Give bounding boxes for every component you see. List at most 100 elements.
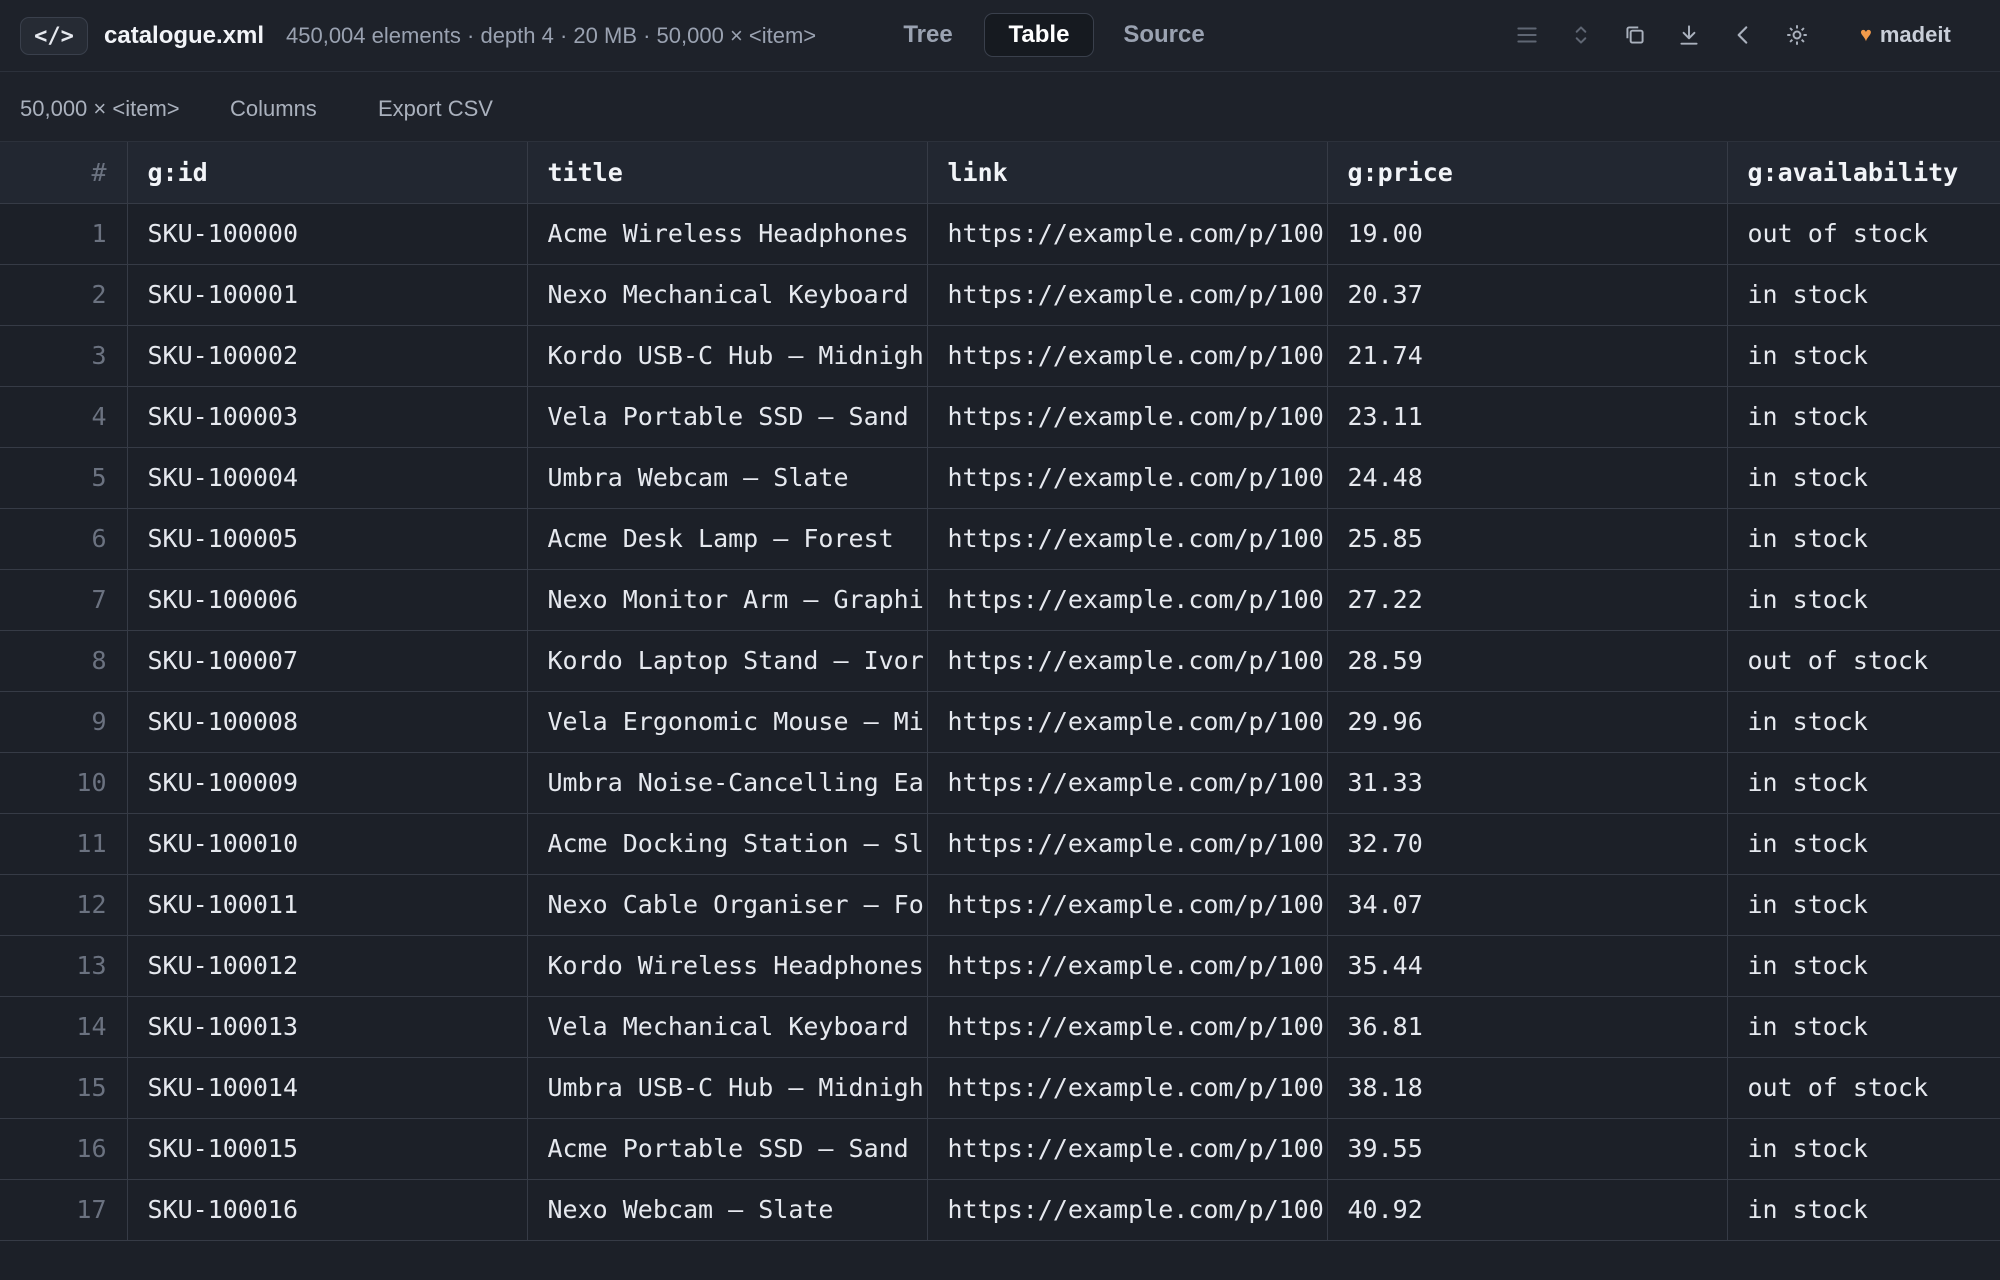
cell-g-availability[interactable]: in stock	[1727, 325, 2000, 387]
cell-title[interactable]: Umbra USB-C Hub — Midnigh	[527, 1057, 928, 1119]
cell-title[interactable]: Vela Ergonomic Mouse — Mi	[527, 691, 928, 753]
table-row[interactable]: 11 SKU-100010 Acme Docking Station — Sl htt…	[0, 813, 2000, 875]
cell-g-availability[interactable]: in stock	[1727, 935, 2000, 997]
column-header-title[interactable]: title	[527, 142, 928, 204]
expand-collapse-icon[interactable]	[1566, 20, 1596, 50]
column-header-g-availability[interactable]: g:availability	[1727, 142, 2000, 204]
cell-g-id[interactable]: SKU-100001	[127, 264, 528, 326]
column-header-g-price[interactable]: g:price	[1327, 142, 1728, 204]
cell-title[interactable]: Vela Portable SSD — Sand	[527, 386, 928, 448]
cell-g-price[interactable]: 24.48	[1327, 447, 1728, 509]
cell-link[interactable]: https://example.com/p/100	[927, 996, 1328, 1058]
table-row[interactable]: 8 SKU-100007 Kordo Laptop Stand — Ivor http…	[0, 630, 2000, 692]
cell-title[interactable]: Umbra Noise-Cancelling Ea	[527, 752, 928, 814]
table-row[interactable]: 7 SKU-100006 Nexo Monitor Arm — Graphi http…	[0, 569, 2000, 631]
cell-g-id[interactable]: SKU-100005	[127, 508, 528, 570]
download-icon[interactable]	[1674, 20, 1704, 50]
row-index[interactable]: 5	[0, 447, 128, 509]
table-row[interactable]: 16 SKU-100015 Acme Portable SSD — Sand http…	[0, 1118, 2000, 1180]
menu-icon[interactable]	[1512, 20, 1542, 50]
cell-g-availability[interactable]: in stock	[1727, 569, 2000, 631]
cell-title[interactable]: Umbra Webcam — Slate	[527, 447, 928, 509]
cell-g-availability[interactable]: in stock	[1727, 752, 2000, 814]
cell-link[interactable]: https://example.com/p/100	[927, 386, 1328, 448]
table-row[interactable]: 9 SKU-100008 Vela Ergonomic Mouse — Mi http…	[0, 691, 2000, 753]
cell-g-price[interactable]: 32.70	[1327, 813, 1728, 875]
column-header-g-id[interactable]: g:id	[127, 142, 528, 204]
export-csv-button[interactable]: Export CSV	[378, 96, 493, 122]
cell-title[interactable]: Kordo Wireless Headphones	[527, 935, 928, 997]
cell-g-availability[interactable]: out of stock	[1727, 630, 2000, 692]
table-row[interactable]: 17 SKU-100016 Nexo Webcam — Slate https://e…	[0, 1179, 2000, 1241]
cell-link[interactable]: https://example.com/p/100	[927, 447, 1328, 509]
cell-title[interactable]: Nexo Cable Organiser — Fo	[527, 874, 928, 936]
cell-g-price[interactable]: 36.81	[1327, 996, 1728, 1058]
cell-title[interactable]: Acme Wireless Headphones -	[527, 203, 928, 265]
cell-link[interactable]: https://example.com/p/100	[927, 325, 1328, 387]
row-index[interactable]: 16	[0, 1118, 128, 1180]
table-row[interactable]: 3 SKU-100002 Kordo USB-C Hub — Midnigh http…	[0, 325, 2000, 387]
cell-title[interactable]: Vela Mechanical Keyboard -	[527, 996, 928, 1058]
cell-g-price[interactable]: 25.85	[1327, 508, 1728, 570]
cell-g-availability[interactable]: out of stock	[1727, 1057, 2000, 1119]
cell-link[interactable]: https://example.com/p/100	[927, 1118, 1328, 1180]
cell-g-id[interactable]: SKU-100011	[127, 874, 528, 936]
cell-g-availability[interactable]: in stock	[1727, 386, 2000, 448]
table-row[interactable]: 2 SKU-100001 Nexo Mechanical Keyboard - ht…	[0, 264, 2000, 326]
row-index[interactable]: 11	[0, 813, 128, 875]
cell-link[interactable]: https://example.com/p/100	[927, 264, 1328, 326]
cell-g-price[interactable]: 23.11	[1327, 386, 1728, 448]
cell-g-availability[interactable]: in stock	[1727, 691, 2000, 753]
cell-g-id[interactable]: SKU-100006	[127, 569, 528, 631]
cell-g-availability[interactable]: in stock	[1727, 508, 2000, 570]
row-index[interactable]: 9	[0, 691, 128, 753]
columns-button[interactable]: Columns	[230, 96, 317, 122]
cell-g-availability[interactable]: in stock	[1727, 1118, 2000, 1180]
cell-title[interactable]: Acme Portable SSD — Sand	[527, 1118, 928, 1180]
column-header-index[interactable]: #	[0, 142, 128, 204]
row-index[interactable]: 8	[0, 630, 128, 692]
cell-g-price[interactable]: 28.59	[1327, 630, 1728, 692]
row-index[interactable]: 3	[0, 325, 128, 387]
cell-g-availability[interactable]: in stock	[1727, 1179, 2000, 1241]
cell-g-id[interactable]: SKU-100007	[127, 630, 528, 692]
cell-g-availability[interactable]: out of stock	[1727, 203, 2000, 265]
cell-g-price[interactable]: 34.07	[1327, 874, 1728, 936]
row-index[interactable]: 17	[0, 1179, 128, 1241]
cell-g-price[interactable]: 29.96	[1327, 691, 1728, 753]
cell-g-id[interactable]: SKU-100015	[127, 1118, 528, 1180]
cell-g-price[interactable]: 27.22	[1327, 569, 1728, 631]
cell-g-price[interactable]: 38.18	[1327, 1057, 1728, 1119]
table-row[interactable]: 10 SKU-100009 Umbra Noise-Cancelling Ea htt…	[0, 752, 2000, 814]
cell-g-id[interactable]: SKU-100002	[127, 325, 528, 387]
cell-title[interactable]: Acme Desk Lamp — Forest	[527, 508, 928, 570]
cell-g-availability[interactable]: in stock	[1727, 874, 2000, 936]
cell-g-price[interactable]: 20.37	[1327, 264, 1728, 326]
cell-g-price[interactable]: 21.74	[1327, 325, 1728, 387]
tab-tree[interactable]: Tree	[886, 13, 970, 57]
code-icon[interactable]: </>	[20, 17, 88, 55]
column-header-link[interactable]: link	[927, 142, 1328, 204]
row-index[interactable]: 6	[0, 508, 128, 570]
cell-link[interactable]: https://example.com/p/100	[927, 935, 1328, 997]
cell-g-id[interactable]: SKU-100000	[127, 203, 528, 265]
row-index[interactable]: 7	[0, 569, 128, 631]
cell-g-price[interactable]: 39.55	[1327, 1118, 1728, 1180]
table-row[interactable]: 12 SKU-100011 Nexo Cable Organiser — Fo htt…	[0, 874, 2000, 936]
tab-table[interactable]: Table	[984, 13, 1094, 57]
cell-title[interactable]: Nexo Monitor Arm — Graphi	[527, 569, 928, 631]
cell-title[interactable]: Kordo USB-C Hub — Midnigh	[527, 325, 928, 387]
cell-g-availability[interactable]: in stock	[1727, 447, 2000, 509]
cell-g-price[interactable]: 19.00	[1327, 203, 1728, 265]
user-menu[interactable]: ♥ madeit	[1860, 22, 1951, 48]
cell-link[interactable]: https://example.com/p/100	[927, 203, 1328, 265]
cell-g-id[interactable]: SKU-100016	[127, 1179, 528, 1241]
chevron-left-icon[interactable]	[1728, 20, 1758, 50]
tab-source[interactable]: Source	[1108, 13, 1220, 57]
cell-g-id[interactable]: SKU-100013	[127, 996, 528, 1058]
row-index[interactable]: 4	[0, 386, 128, 448]
cell-link[interactable]: https://example.com/p/100	[927, 508, 1328, 570]
row-index[interactable]: 13	[0, 935, 128, 997]
cell-g-id[interactable]: SKU-100014	[127, 1057, 528, 1119]
cell-g-price[interactable]: 40.92	[1327, 1179, 1728, 1241]
